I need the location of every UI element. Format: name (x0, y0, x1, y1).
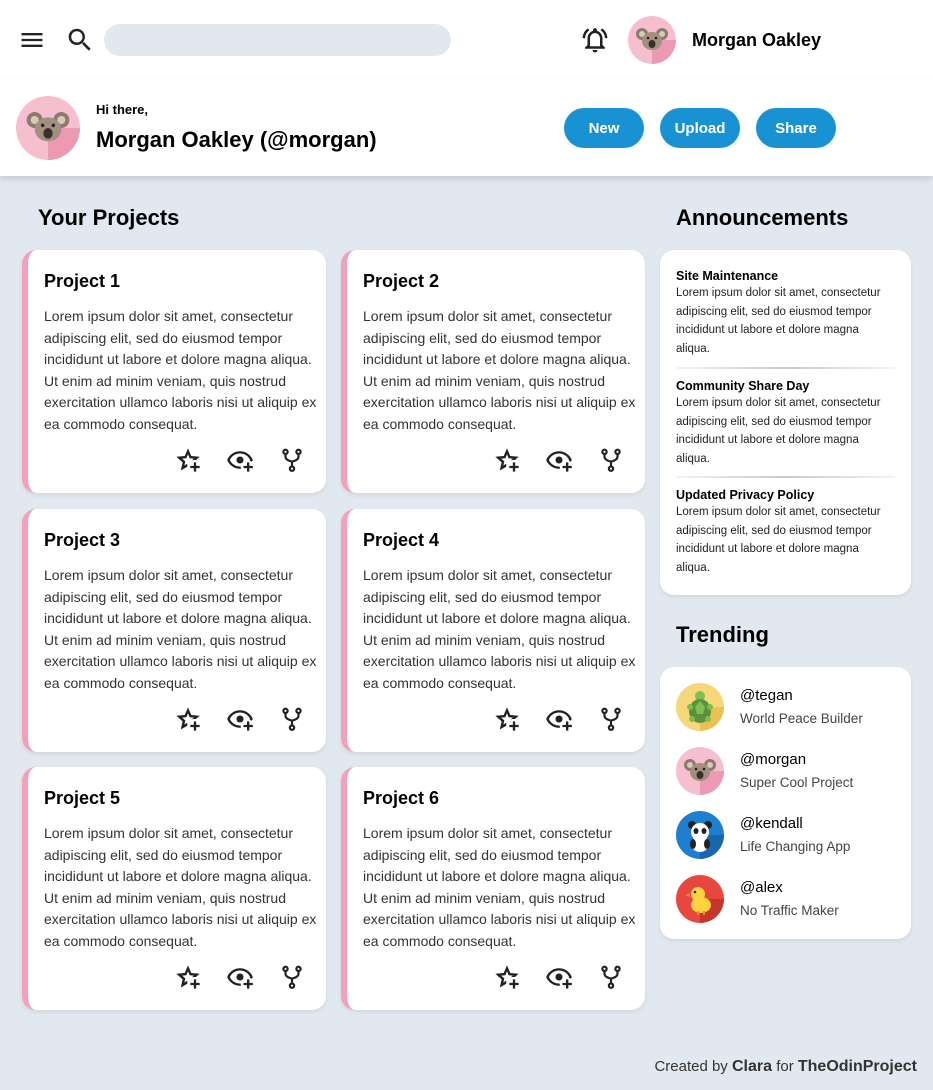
trending-handle: @kendall (740, 815, 803, 832)
trending-handle: @morgan (740, 751, 807, 768)
search-icon[interactable] (64, 22, 96, 58)
star-plus-icon[interactable] (491, 444, 523, 476)
profile-name: Morgan Oakley (@morgan) (96, 127, 377, 152)
star-plus-icon[interactable] (172, 444, 204, 476)
fork-icon[interactable] (276, 703, 308, 735)
project-card[interactable]: Project 2 Lorem ipsum dolor sit amet, con… (341, 250, 645, 493)
fork-icon[interactable] (276, 444, 308, 476)
footer-prefix: Created by (654, 1058, 728, 1075)
trending-desc: No Traffic Maker (740, 903, 839, 918)
trending-handle: @tegan (740, 687, 793, 704)
projects-section-title: Your Projects (38, 205, 180, 230)
project-description: Lorem ipsum dolor sit amet, consectetur … (44, 308, 317, 432)
project-title: Project 1 (44, 271, 121, 291)
project-card[interactable]: Project 1 Lorem ipsum dolor sit amet, con… (22, 250, 326, 493)
footer: Created by Clara for TheOdinProject (654, 1058, 917, 1076)
fork-icon[interactable] (595, 703, 627, 735)
profile-avatar (16, 96, 80, 160)
divider (676, 367, 895, 369)
project-card[interactable]: Project 6 Lorem ipsum dolor sit amet, con… (341, 767, 645, 1010)
fork-icon[interactable] (276, 961, 308, 993)
chick-avatar (676, 875, 724, 923)
announcement-title: Community Share Day (676, 379, 810, 393)
project-title: Project 3 (44, 530, 121, 550)
trending-item[interactable]: @alex No Traffic Maker (676, 875, 896, 923)
turtle-avatar (676, 683, 724, 731)
eye-plus-icon[interactable] (543, 703, 575, 735)
new-button[interactable]: New (564, 108, 644, 148)
user-avatar[interactable] (628, 16, 676, 64)
announcements-title: Announcements (676, 205, 849, 230)
footer-for: for (776, 1058, 794, 1075)
menu-icon[interactable] (16, 22, 48, 58)
star-plus-icon[interactable] (491, 703, 523, 735)
announcement-text: Lorem ipsum dolor sit amet, consectetur … (676, 287, 881, 355)
project-description: Lorem ipsum dolor sit amet, consectetur … (44, 567, 317, 691)
trending-item[interactable]: @tegan World Peace Builder (676, 683, 896, 731)
eye-plus-icon[interactable] (224, 961, 256, 993)
koala-avatar (676, 747, 724, 795)
announcement-title: Updated Privacy Policy (676, 488, 815, 502)
project-description: Lorem ipsum dolor sit amet, consectetur … (363, 825, 636, 949)
project-card[interactable]: Project 3 Lorem ipsum dolor sit amet, con… (22, 509, 326, 752)
project-card[interactable]: Project 4 Lorem ipsum dolor sit amet, con… (341, 509, 645, 752)
user-name: Morgan Oakley (692, 30, 822, 50)
project-description: Lorem ipsum dolor sit amet, consectetur … (363, 308, 636, 432)
announcement-item[interactable]: Community Share Day Lorem ipsum dolor si… (676, 379, 895, 468)
greeting-text: Hi there, (96, 102, 149, 117)
fork-icon[interactable] (595, 444, 627, 476)
star-plus-icon[interactable] (172, 703, 204, 735)
project-title: Project 4 (363, 530, 440, 550)
project-title: Project 6 (363, 788, 440, 808)
eye-plus-icon[interactable] (224, 703, 256, 735)
profile-header: Hi there, Morgan Oakley (@morgan) New Up… (0, 80, 933, 176)
eye-plus-icon[interactable] (543, 444, 575, 476)
footer-author-link[interactable]: Clara (732, 1058, 772, 1075)
fork-icon[interactable] (595, 961, 627, 993)
announcement-text: Lorem ipsum dolor sit amet, consectetur … (676, 506, 881, 574)
top-bar: Morgan Oakley (0, 0, 933, 80)
divider (676, 476, 895, 478)
share-button[interactable]: Share (756, 108, 836, 148)
trending-item[interactable]: @morgan Super Cool Project (676, 747, 896, 795)
trending-desc: Life Changing App (740, 839, 851, 854)
star-plus-icon[interactable] (491, 961, 523, 993)
announcement-item[interactable]: Updated Privacy Policy Lorem ipsum dolor… (676, 488, 895, 577)
project-card[interactable]: Project 5 Lorem ipsum dolor sit amet, con… (22, 767, 326, 1010)
eye-plus-icon[interactable] (543, 961, 575, 993)
trending-desc: Super Cool Project (740, 775, 854, 790)
project-title: Project 2 (363, 271, 440, 291)
project-description: Lorem ipsum dolor sit amet, consectetur … (363, 567, 636, 691)
trending-handle: @alex (740, 879, 783, 896)
footer-project-link[interactable]: TheOdinProject (798, 1058, 917, 1075)
search-input[interactable] (104, 24, 451, 56)
upload-button[interactable]: Upload (660, 108, 740, 148)
announcements-card: Site Maintenance Lorem ipsum dolor sit a… (660, 250, 911, 595)
trending-desc: World Peace Builder (740, 711, 863, 726)
project-title: Project 5 (44, 788, 121, 808)
announcement-title: Site Maintenance (676, 269, 779, 283)
trending-item[interactable]: @kendall Life Changing App (676, 811, 896, 859)
notification-bell-icon[interactable] (578, 22, 612, 58)
trending-title: Trending (676, 622, 769, 647)
eye-plus-icon[interactable] (224, 444, 256, 476)
trending-card: @tegan World Peace Builder @morgan Super… (660, 667, 911, 939)
panda-avatar (676, 811, 724, 859)
announcement-text: Lorem ipsum dolor sit amet, consectetur … (676, 397, 881, 465)
announcement-item[interactable]: Site Maintenance Lorem ipsum dolor sit a… (676, 269, 895, 358)
star-plus-icon[interactable] (172, 961, 204, 993)
project-description: Lorem ipsum dolor sit amet, consectetur … (44, 825, 317, 949)
